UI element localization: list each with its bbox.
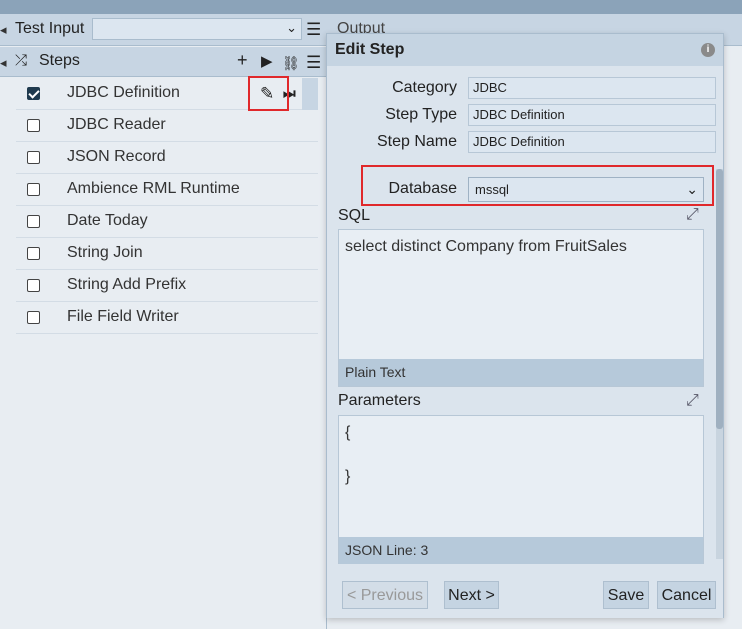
dialog-scrollbar[interactable] bbox=[716, 169, 723, 559]
test-input-select[interactable]: ⌄ bbox=[92, 18, 302, 40]
step-label: File Field Writer bbox=[67, 308, 179, 325]
step-checkbox[interactable] bbox=[27, 87, 40, 100]
highlight-box-edit bbox=[248, 76, 289, 111]
step-type-label: Step Type bbox=[385, 106, 457, 123]
next-button[interactable]: Next > bbox=[444, 581, 499, 609]
step-name-label: Step Name bbox=[376, 133, 457, 150]
previous-button[interactable]: < Previous bbox=[342, 581, 428, 609]
step-label: Date Today bbox=[67, 212, 148, 229]
step-checkbox[interactable] bbox=[27, 247, 40, 260]
step-label: JDBC Reader bbox=[67, 116, 166, 133]
highlight-box-database bbox=[361, 165, 714, 206]
sql-label: SQL bbox=[338, 207, 371, 224]
step-label: String Add Prefix bbox=[67, 276, 187, 293]
step-label: Ambience RML Runtime bbox=[67, 180, 240, 197]
menu-icon[interactable]: ☰ bbox=[306, 21, 321, 38]
sql-editor[interactable]: select distinct Company from FruitSales … bbox=[338, 229, 704, 387]
chevron-down-icon: ⌄ bbox=[286, 20, 297, 35]
info-icon[interactable]: i bbox=[701, 43, 715, 57]
sql-text: select distinct Company from FruitSales bbox=[345, 238, 627, 255]
step-label: JDBC Definition bbox=[67, 84, 180, 101]
category-label: Category bbox=[392, 79, 457, 96]
add-step-icon[interactable]: + bbox=[237, 51, 248, 69]
list-item[interactable]: JDBC Reader bbox=[16, 110, 318, 142]
step-name-field[interactable]: JDBC Definition bbox=[468, 131, 716, 153]
test-input-label: Test Input bbox=[15, 20, 85, 37]
list-item[interactable]: Date Today bbox=[16, 206, 318, 238]
run-icon[interactable]: ▶ bbox=[261, 53, 273, 71]
parameters-label: Parameters bbox=[338, 392, 421, 409]
step-checkbox[interactable] bbox=[27, 151, 40, 164]
step-label: String Join bbox=[67, 244, 143, 261]
step-label: JSON Record bbox=[67, 148, 166, 165]
shuffle-icon: ⤮ bbox=[15, 52, 28, 69]
step-checkbox[interactable] bbox=[27, 215, 40, 228]
parameters-editor[interactable]: { } JSON Line: 3 bbox=[338, 415, 704, 565]
step-checkbox[interactable] bbox=[27, 119, 40, 132]
save-button[interactable]: Save bbox=[603, 581, 649, 609]
scrollbar-thumb[interactable] bbox=[716, 169, 723, 429]
steps-title: Steps bbox=[39, 52, 80, 69]
step-checkbox[interactable] bbox=[27, 279, 40, 292]
list-item[interactable]: JSON Record bbox=[16, 142, 318, 174]
steps-menu-icon[interactable]: ☰ bbox=[306, 54, 321, 71]
parameters-text: { } bbox=[345, 424, 351, 485]
app-topbar bbox=[0, 0, 742, 14]
flow-icon[interactable]: ⛓ bbox=[282, 54, 300, 72]
dialog-title: Edit Step bbox=[335, 41, 405, 58]
expand-icon[interactable]: ⤢ bbox=[686, 206, 699, 224]
collapse-left-icon[interactable]: ◂ bbox=[0, 22, 7, 38]
step-checkbox[interactable] bbox=[27, 311, 40, 324]
parameters-status-bar: JSON Line: 3 bbox=[339, 537, 703, 564]
category-field[interactable]: JDBC bbox=[468, 77, 716, 99]
step-type-field[interactable]: JDBC Definition bbox=[468, 104, 716, 126]
cancel-button[interactable]: Cancel bbox=[657, 581, 716, 609]
expand-icon[interactable]: ⤢ bbox=[686, 392, 699, 410]
sql-mode-bar: Plain Text bbox=[339, 359, 703, 386]
collapse-left-icon[interactable]: ◂ bbox=[0, 55, 7, 71]
list-item[interactable]: Ambience RML Runtime bbox=[16, 174, 318, 206]
row-action-strip bbox=[302, 78, 318, 110]
list-item[interactable]: String Join bbox=[16, 238, 318, 270]
edit-step-dialog: Edit Step i Category JDBC Step Type JDBC… bbox=[326, 33, 724, 618]
list-item[interactable]: File Field Writer bbox=[16, 302, 318, 334]
step-checkbox[interactable] bbox=[27, 183, 40, 196]
list-item[interactable]: String Add Prefix bbox=[16, 270, 318, 302]
dialog-titlebar[interactable]: Edit Step i bbox=[327, 34, 723, 66]
